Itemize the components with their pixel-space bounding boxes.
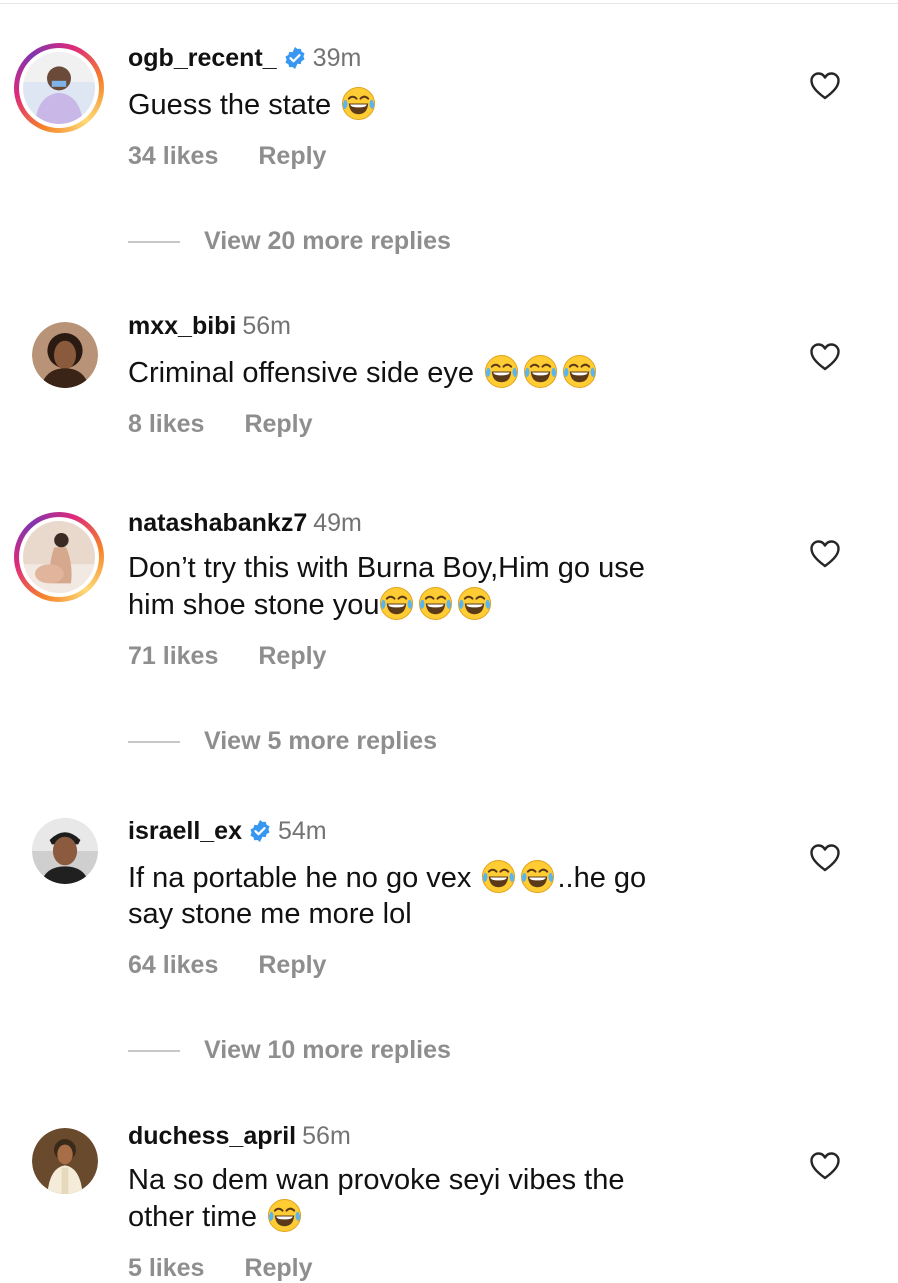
tears-of-joy-emoji-icon [484,354,519,389]
tears-of-joy-emoji-icon [418,586,453,621]
heart-icon[interactable] [810,1152,840,1180]
top-divider [0,3,898,4]
comment-text: Na so dem wan provoke seyi vibes the oth… [128,1164,625,1233]
reply-button[interactable]: Reply [258,641,326,671]
username[interactable]: mxx_bibi [128,311,236,341]
verified-badge-icon [283,46,307,70]
view-more-replies[interactable]: View 5 more replies [128,727,437,756]
likes-count[interactable]: 34 likes [128,141,218,171]
timestamp: 54m [278,817,327,845]
username[interactable]: natashabankz7 [128,508,307,538]
avatar-photo [32,1128,98,1194]
comment-meta: 71 likes Reply [128,641,326,671]
view-more-replies[interactable]: View 10 more replies [128,1036,451,1065]
comment-text: Don’t try this with Burna Boy,Him go use… [128,552,645,621]
comment-header: mxx_bibi 56m [128,311,291,341]
comment-text: Criminal offensive side eye [128,354,768,391]
avatar-photo [23,521,95,593]
replies-divider-line [128,240,180,243]
timestamp: 56m [302,1122,351,1150]
tears-of-joy-emoji-icon [562,354,597,389]
timestamp: 49m [313,509,362,537]
heart-icon[interactable] [810,540,840,568]
tears-of-joy-emoji-icon [457,586,492,621]
comment-meta: 8 likes Reply [128,409,313,439]
username[interactable]: israell_ex [128,816,242,846]
comment-header: ogb_recent_ 39m [128,43,361,73]
username[interactable]: duchess_april [128,1121,296,1151]
timestamp: 56m [242,312,292,340]
comment-header: duchess_april 56m [128,1121,351,1151]
comment-header: israell_ex 54m [128,816,327,846]
reply-button[interactable]: Reply [258,141,326,171]
heart-icon[interactable] [810,343,840,371]
avatar[interactable] [14,512,104,602]
username[interactable]: ogb_recent_ [128,43,277,73]
likes-count[interactable]: 5 likes [128,1253,204,1283]
comment-header: natashabankz7 49m [128,508,362,538]
tears-of-joy-emoji-icon [341,86,376,121]
comment-text: If na portable he no go vex ..he go say … [128,859,768,932]
reply-button[interactable]: Reply [244,1253,312,1283]
timestamp: 39m [312,44,362,72]
comment-meta: 64 likes Reply [128,950,326,980]
comment-meta: 5 likes Reply [128,1253,313,1283]
verified-badge-icon [248,819,272,843]
tears-of-joy-emoji-icon [481,859,516,894]
replies-divider-line [128,740,180,743]
likes-count[interactable]: 64 likes [128,950,218,980]
reply-button[interactable]: Reply [258,950,326,980]
likes-count[interactable]: 8 likes [128,409,204,439]
avatar[interactable] [32,818,98,884]
comment-text: Guess the state [128,86,768,123]
view-more-replies[interactable]: View 20 more replies [128,227,451,256]
tears-of-joy-emoji-icon [379,586,414,621]
reply-button[interactable]: Reply [244,409,312,439]
tears-of-joy-emoji-icon [523,354,558,389]
avatar-photo [32,322,98,388]
likes-count[interactable]: 71 likes [128,641,218,671]
avatar[interactable] [32,1128,98,1194]
tears-of-joy-emoji-icon [267,1198,302,1233]
avatar-photo [23,52,95,124]
replies-divider-line [128,1049,180,1052]
avatar[interactable] [14,43,104,133]
tears-of-joy-emoji-icon [520,859,555,894]
heart-icon[interactable] [810,72,840,100]
avatar[interactable] [32,322,98,388]
comment-meta: 34 likes Reply [128,141,326,171]
avatar-photo [32,818,98,884]
heart-icon[interactable] [810,844,840,872]
